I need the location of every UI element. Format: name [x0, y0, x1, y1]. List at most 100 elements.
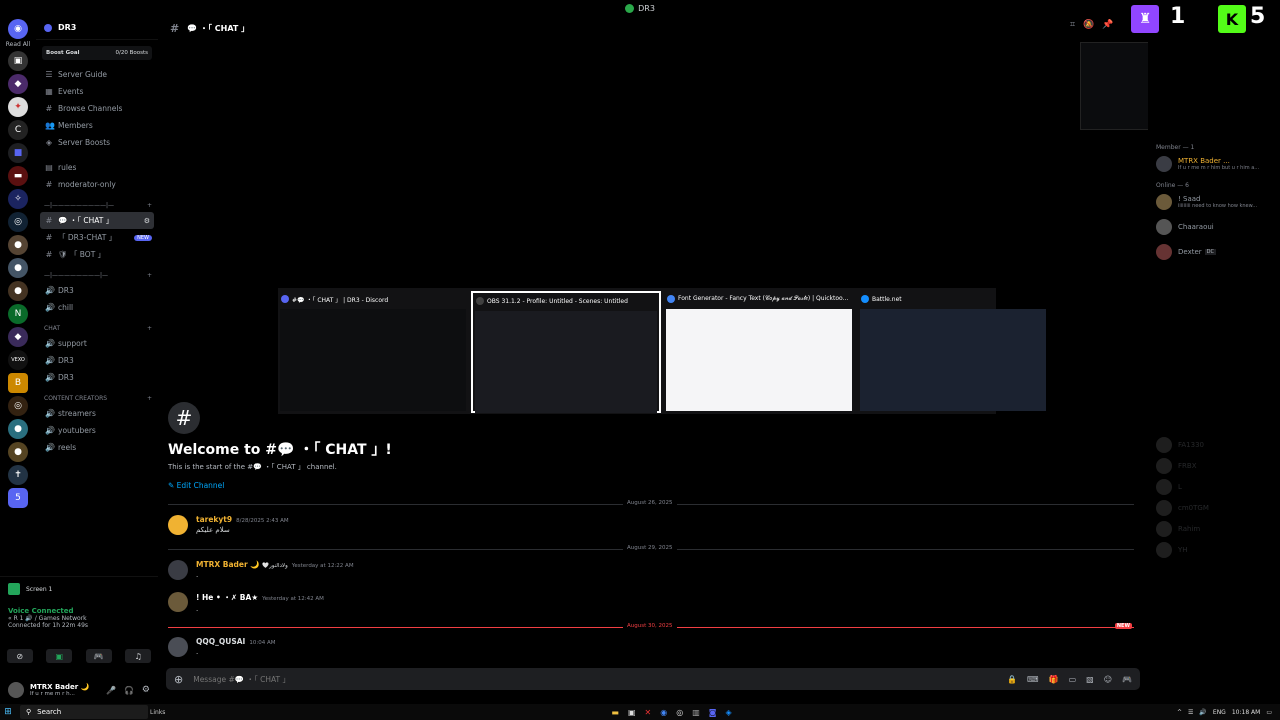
server-icon[interactable]: ● [8, 258, 28, 278]
obs-icon[interactable]: ◎ [676, 708, 683, 717]
member-item[interactable]: Chaaraoui [1148, 214, 1280, 239]
server-icon[interactable]: 5 [8, 488, 28, 508]
taskbar-search[interactable]: ⚲ Search [20, 705, 148, 719]
server-icon[interactable]: N [8, 304, 28, 324]
member-item[interactable]: FA1330 [1148, 434, 1280, 455]
channel-item[interactable]: 🔊 support [36, 335, 158, 352]
message-author[interactable]: QQQ_QUSAI [196, 637, 245, 646]
channel-item[interactable]: 🔊 DR3 [36, 282, 158, 299]
server-icon[interactable]: ◎ [8, 396, 28, 416]
member-item[interactable]: YH [1148, 539, 1280, 560]
sidebar-nav-item[interactable]: ▦ Events [36, 83, 158, 100]
message[interactable]: MTRX Bader 🌙 🤍ولادالنور Yesterday at 12:2… [168, 560, 354, 580]
server-icon[interactable]: ● [8, 419, 28, 439]
keyboard-icon[interactable]: ⌨ [1027, 675, 1039, 684]
channel-category[interactable]: —|—————————|— + [36, 198, 158, 212]
tray-overflow-icon[interactable]: ^ [1177, 709, 1182, 716]
network-icon[interactable]: ☰ [1188, 709, 1193, 716]
chrome-icon[interactable]: ◉ [660, 708, 667, 717]
file-explorer-icon[interactable]: ▬ [611, 708, 619, 717]
gift-icon[interactable]: 🎁 [1049, 675, 1059, 684]
discord-home-icon[interactable]: ◉ [8, 19, 28, 39]
read-all-link[interactable]: Read All [6, 41, 30, 48]
channel-item[interactable]: 🔊 reels [36, 439, 158, 456]
message-author[interactable]: tarekyt9 [196, 515, 232, 524]
server-icon[interactable]: ◆ [8, 327, 28, 347]
avatar[interactable] [168, 560, 188, 580]
add-channel-icon[interactable]: + [147, 325, 152, 332]
camera-off-icon[interactable]: ⊘ [6, 649, 33, 663]
app-icon[interactable]: ▣ [628, 708, 636, 717]
server-icon[interactable]: ◎ [8, 212, 28, 232]
add-channel-icon[interactable]: + [147, 395, 152, 402]
member-item[interactable]: L [1148, 476, 1280, 497]
gif-icon[interactable]: ▭ [1069, 675, 1077, 684]
server-icon[interactable]: ▬ [8, 166, 28, 186]
switcher-window[interactable]: Font Generator - Fancy Text (𝒞𝑜𝓅𝓎 𝒶𝓃𝒹 𝒫𝒶… [664, 291, 854, 413]
screen-share-button[interactable]: ▣ [46, 649, 73, 663]
channel-category[interactable]: —|————————|— + [36, 268, 158, 282]
switcher-window[interactable]: #💬 ・「 CHAT 」 | DR3 - Discord [278, 291, 468, 413]
lock-icon[interactable]: 🔒 [1007, 675, 1017, 684]
member-item[interactable]: cm0TGM [1148, 497, 1280, 518]
server-icon[interactable]: ● [8, 235, 28, 255]
soundboard-icon[interactable]: ♫ [125, 649, 152, 663]
emoji-icon[interactable]: ☺ [1104, 675, 1112, 684]
message[interactable]: QQQ_QUSAI 10:04 AM . [168, 637, 275, 657]
message[interactable]: tarekyt9 8/28/2025 2:43 AM سلام عليكم [168, 515, 289, 535]
server-icon[interactable]: C [8, 120, 28, 140]
voice-channel[interactable]: « R 1 🔊 / Games Network [0, 615, 158, 622]
channel-category[interactable]: CONTENT CREATORS + [36, 391, 158, 405]
notifications-icon[interactable]: 🔕 [1083, 20, 1094, 30]
language-indicator[interactable]: ENG [1213, 709, 1226, 716]
member-item[interactable]: MTRX Bader ... If u r me m r him but u r … [1148, 151, 1280, 176]
user-panel[interactable]: MTRX Bader 🌙 If u r me m r h... 🎤 🎧 ⚙ [0, 677, 158, 703]
channel-item[interactable]: 🔊 streamers [36, 405, 158, 422]
channel-item[interactable]: ▤ rules [36, 159, 158, 176]
battlenet-icon[interactable]: ◈ [726, 708, 732, 717]
member-item[interactable]: Rahim [1148, 518, 1280, 539]
threads-icon[interactable]: ⌗ [1070, 20, 1075, 30]
channel-item[interactable]: 🔊 chill [36, 299, 158, 316]
edit-channel-link[interactable]: ✎ Edit Channel [168, 481, 392, 490]
server-icon[interactable]: VEXO [8, 350, 28, 370]
windows-start-icon[interactable]: ⊞ [0, 707, 16, 717]
sidebar-nav-item[interactable]: ☰ Server Guide [36, 66, 158, 83]
sidebar-nav-item[interactable]: ◈ Server Boosts [36, 134, 158, 151]
settings-gear-icon[interactable]: ⚙ [142, 685, 150, 695]
server-icon[interactable]: ✦ [8, 97, 28, 117]
message[interactable]: ! He • ・✗ BA★ Yesterday at 12:42 AM . [168, 592, 324, 613]
server-icon[interactable]: ▣ [8, 51, 28, 71]
channel-item[interactable]: 🔊 youtubers [36, 422, 158, 439]
notification-icon[interactable]: ▭ [1266, 709, 1272, 716]
member-item[interactable]: ! Saad iiiiiiiii need to know how knew... [1148, 189, 1280, 214]
discord-taskbar-icon[interactable]: ◙ [709, 708, 717, 717]
sticker-icon[interactable]: ▧ [1086, 675, 1094, 684]
app-icon[interactable]: ▥ [692, 708, 700, 717]
add-attachment-icon[interactable]: ⊕ [174, 673, 183, 686]
switcher-window[interactable]: Battle.net [858, 291, 1048, 413]
activity-icon[interactable]: 🎮 [85, 649, 112, 663]
volume-icon[interactable]: 🔊 [1199, 709, 1206, 716]
links-toolbar[interactable]: Links [150, 709, 165, 716]
server-icon[interactable]: ✧ [8, 189, 28, 209]
message-input[interactable] [193, 674, 1008, 684]
mic-icon[interactable]: 🎤 [106, 686, 116, 695]
switcher-window[interactable]: OBS 31.1.2 - Profile: Untitled - Scenes:… [471, 291, 661, 413]
channel-item[interactable]: # 💬 ・「 CHAT 」 ⚙ [40, 212, 154, 229]
channel-item[interactable]: # 「 DR3-CHAT 」 NEW [36, 229, 158, 246]
app-icon[interactable]: ✕ [645, 708, 652, 717]
channel-item[interactable]: # moderator-only [36, 176, 158, 193]
avatar[interactable] [168, 515, 188, 535]
pin-icon[interactable]: 📌 [1102, 20, 1113, 30]
add-channel-icon[interactable]: + [147, 272, 152, 279]
channel-item[interactable]: 🔊 DR3 [36, 369, 158, 386]
headphones-icon[interactable]: 🎧 [124, 686, 134, 695]
clock[interactable]: 10:18 AM [1232, 709, 1260, 716]
channel-category[interactable]: CHAT + [36, 321, 158, 335]
message-author[interactable]: ! He • ・✗ BA★ [196, 593, 258, 602]
member-item[interactable]: FRBX [1148, 455, 1280, 476]
server-icon[interactable]: ● [8, 442, 28, 462]
boost-goal-bar[interactable]: Boost Goal 0/20 Boosts [42, 46, 152, 60]
voice-status[interactable]: Voice Connected [0, 607, 158, 615]
